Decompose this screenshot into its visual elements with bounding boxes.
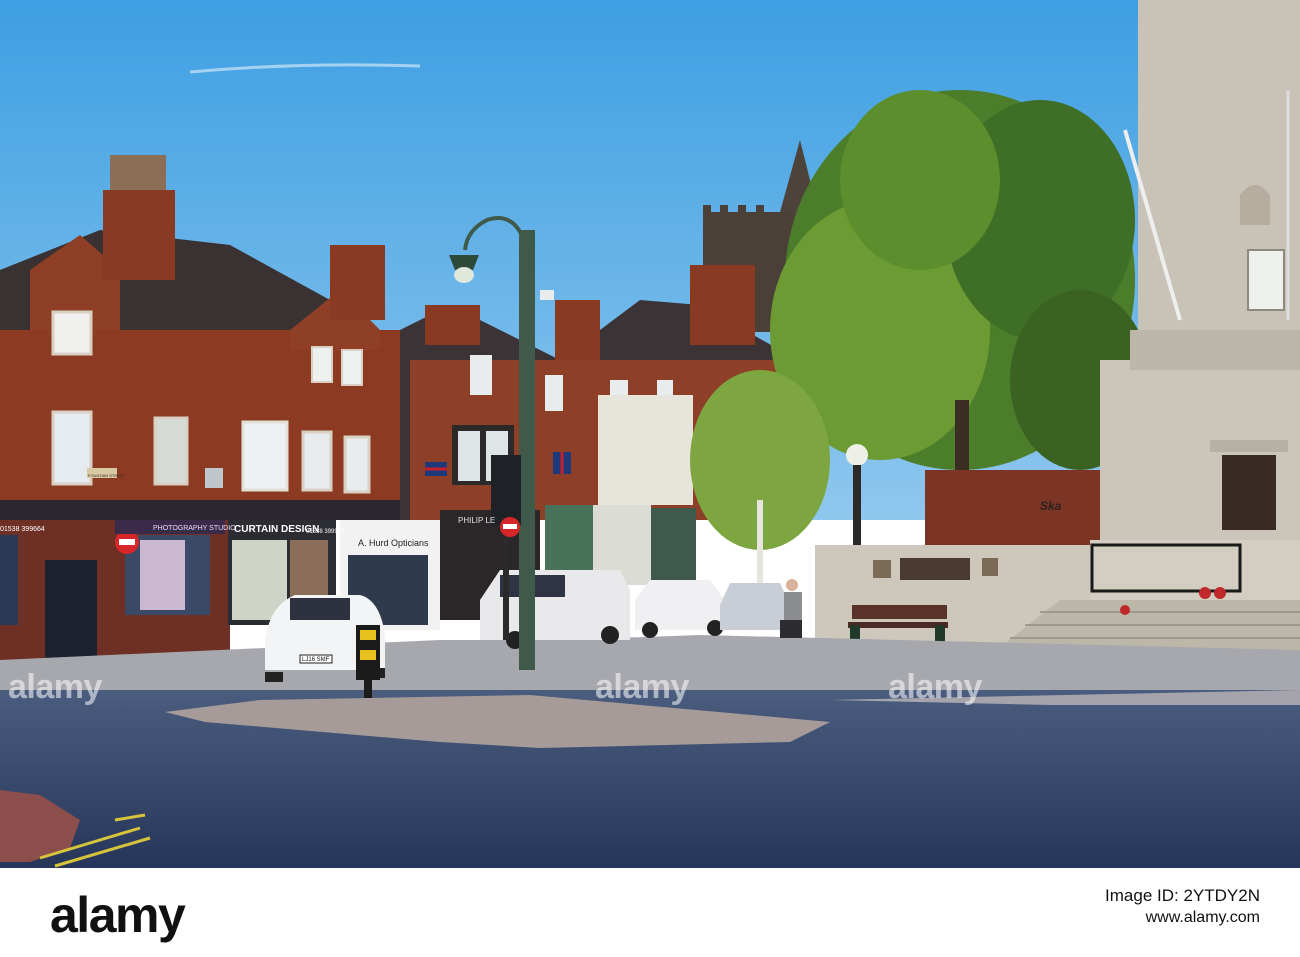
white-suv bbox=[635, 580, 725, 638]
back-building bbox=[925, 470, 1100, 545]
watermark-right: alamy bbox=[888, 668, 982, 706]
footer-bar: alamy Image ID: 2YTDY2N www.alamy.com bbox=[0, 868, 1300, 957]
white-van bbox=[480, 570, 630, 649]
small-tree bbox=[690, 370, 830, 590]
site-url: www.alamy.com bbox=[1145, 909, 1260, 926]
watermark-center: alamy bbox=[595, 668, 689, 706]
sign-fountain-street: FOUNTAIN STREET bbox=[88, 473, 126, 478]
no-entry-sign-right bbox=[500, 517, 520, 537]
number-plate: LJ16 SMF bbox=[302, 657, 330, 663]
sign-philip: PHILIP LE bbox=[458, 516, 495, 525]
sign-phone-right: 01538 399910 bbox=[306, 529, 345, 535]
sign-photography-studio: PHOTOGRAPHY STUDIO bbox=[153, 525, 236, 532]
image-meta: Image ID: 2YTDY2N www.alamy.com bbox=[1105, 886, 1260, 927]
silver-car bbox=[720, 583, 790, 630]
watermark-left: alamy bbox=[8, 668, 102, 706]
sign-ska: Ska bbox=[1040, 499, 1062, 513]
memorial-wall bbox=[815, 540, 1300, 655]
alamy-logo: alamy bbox=[50, 887, 186, 943]
image-id: Image ID: 2YTDY2N bbox=[1105, 886, 1260, 905]
sign-opticians: A. Hurd Opticians bbox=[358, 538, 429, 548]
street-scene: PHOTOGRAPHY STUDIO CURTAIN DESIGN 01538 … bbox=[0, 0, 1300, 868]
stock-photo: PHOTOGRAPHY STUDIO CURTAIN DESIGN 01538 … bbox=[0, 0, 1300, 868]
sign-phone-left: 01538 399664 bbox=[0, 526, 45, 533]
